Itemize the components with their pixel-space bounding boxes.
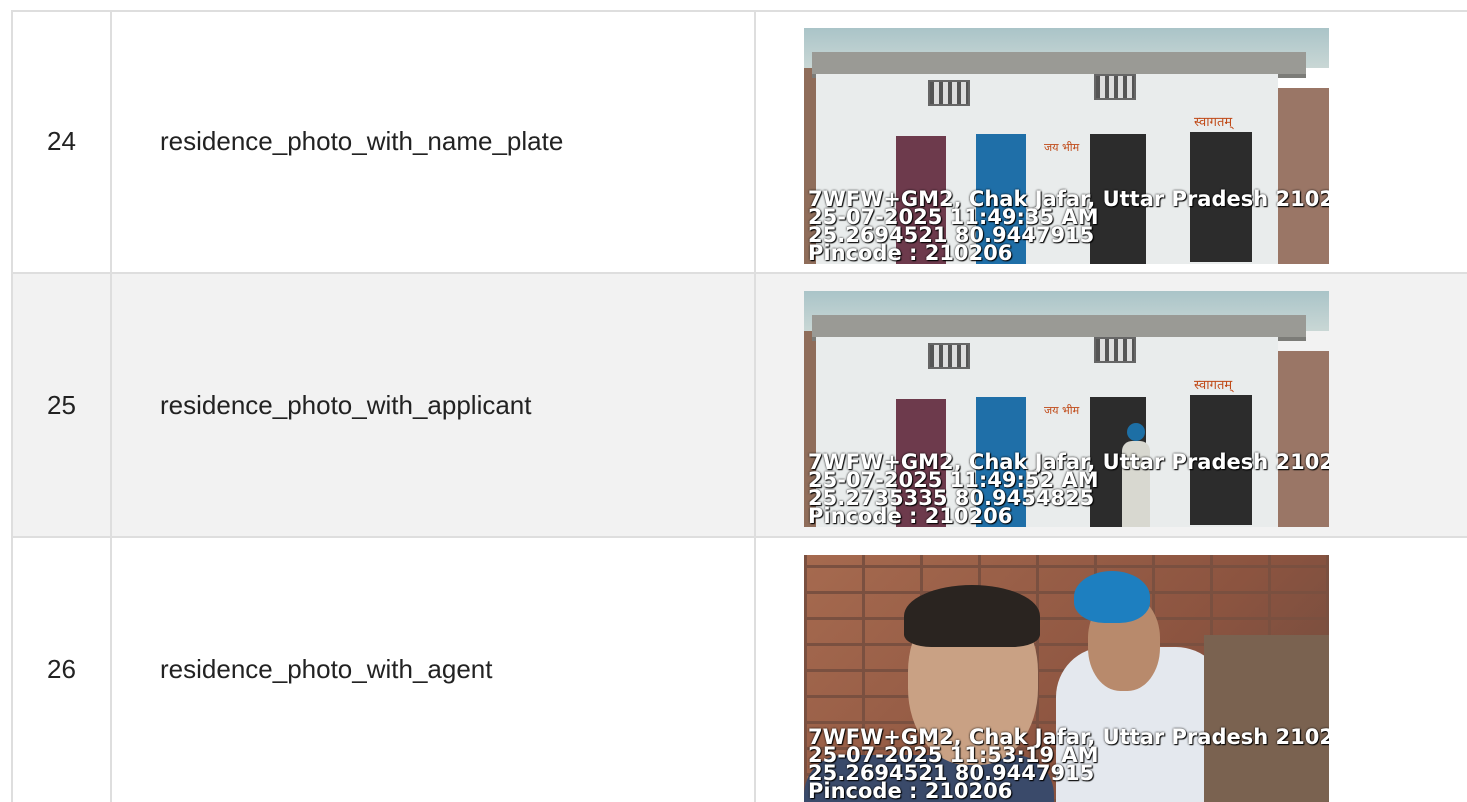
- wall-slogan: जय भीम: [1044, 141, 1080, 154]
- geo-overlay: 7WFW+GM2, Chak Jafar, Uttar Pradesh 2102…: [808, 187, 1329, 264]
- photo-cell: स्वागतम् जय भीम 7WFW+GM2, Chak Jafar, Ut…: [756, 10, 1467, 273]
- row-number: 25: [11, 273, 112, 537]
- table-row: 26 residence_photo_with_agent 7WFW+GM2, …: [11, 537, 1467, 802]
- table-row: 25 residence_photo_with_applicant स्वागत…: [11, 273, 1467, 537]
- table-border-top: [11, 10, 1467, 12]
- residence-photo-name-plate[interactable]: स्वागतम् जय भीम 7WFW+GM2, Chak Jafar, Ut…: [804, 28, 1329, 264]
- row-number: 24: [11, 10, 112, 273]
- geo-overlay: 7WFW+GM2, Chak Jafar, Uttar Pradesh 2102…: [808, 725, 1329, 802]
- row-divider: [11, 536, 1467, 538]
- welcome-banner: स्वागतम्: [1194, 378, 1233, 393]
- photo-type-label: residence_photo_with_agent: [112, 537, 756, 802]
- photo-type-label: residence_photo_with_name_plate: [112, 10, 756, 273]
- welcome-banner: स्वागतम्: [1194, 115, 1233, 130]
- row-number: 26: [11, 537, 112, 802]
- residence-photo-applicant[interactable]: स्वागतम् जय भीम 7WFW+GM2, Chak Jafar, Ut…: [804, 291, 1329, 527]
- photo-cell: स्वागतम् जय भीम 7WFW+GM2, Chak Jafar, Ut…: [756, 273, 1467, 537]
- residence-photo-agent[interactable]: 7WFW+GM2, Chak Jafar, Uttar Pradesh 2102…: [804, 555, 1329, 802]
- table-row: 24 residence_photo_with_name_plate स्वाग…: [11, 10, 1467, 273]
- wall-slogan: जय भीम: [1044, 404, 1080, 417]
- row-divider: [11, 272, 1467, 274]
- geo-overlay: 7WFW+GM2, Chak Jafar, Uttar Pradesh 2102…: [808, 450, 1329, 527]
- photo-type-label: residence_photo_with_applicant: [112, 273, 756, 537]
- photo-cell: 7WFW+GM2, Chak Jafar, Uttar Pradesh 2102…: [756, 537, 1467, 802]
